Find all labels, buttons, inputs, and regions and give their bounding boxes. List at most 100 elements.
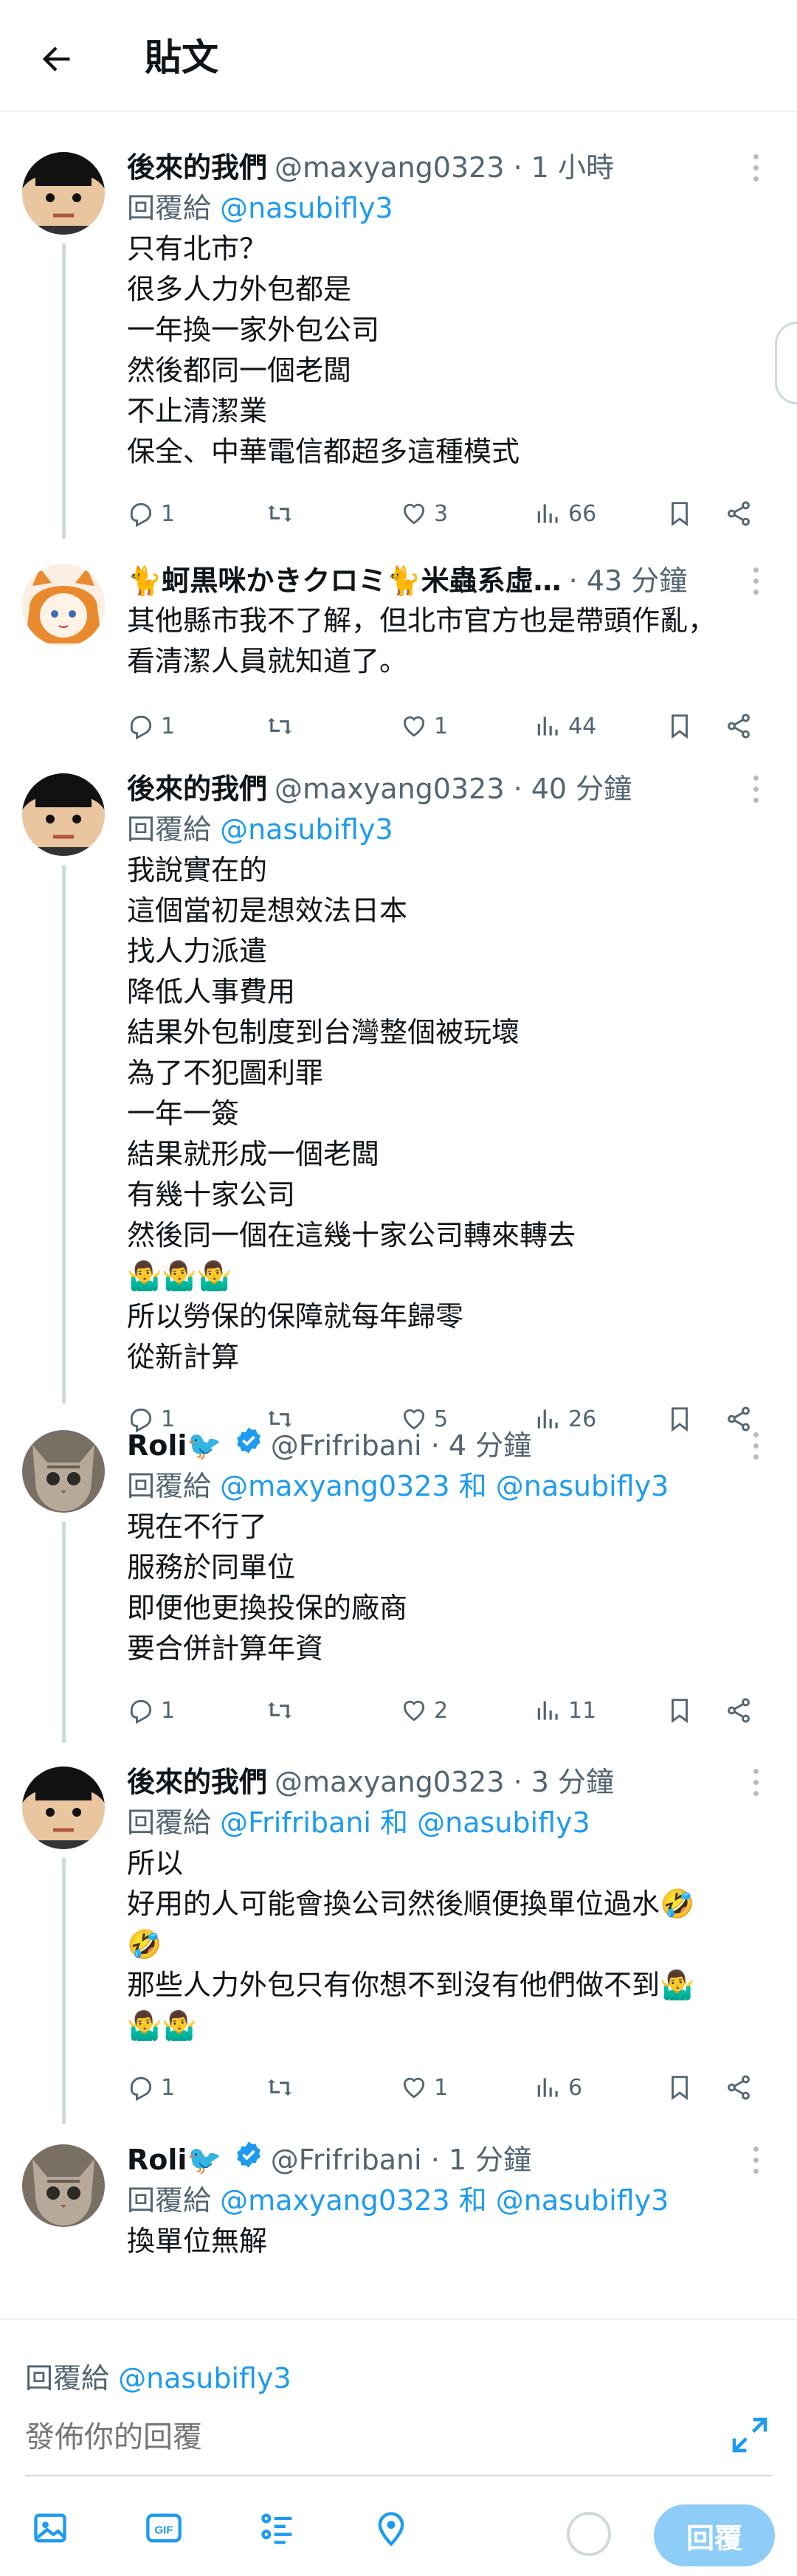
tweet[interactable]: 後來的我們 @maxyang0323 · 40 分鐘 回覆給 @nasubifl… [0, 735, 797, 1433]
share-button[interactable] [725, 2073, 753, 2102]
reply-to-line: 回覆給 @Frifribani 和 @nasubifly3 [127, 1806, 590, 1839]
views-button[interactable]: 6 [534, 2073, 582, 2102]
thread-connector [62, 1522, 66, 1743]
views-icon [537, 504, 558, 523]
bookmark-icon [672, 1699, 688, 1724]
back-arrow-icon[interactable] [30, 32, 83, 86]
more-options-icon[interactable] [741, 2140, 770, 2180]
verified-badge-icon [236, 1427, 261, 1454]
more-options-icon[interactable] [741, 1762, 770, 1802]
more-options-icon[interactable] [741, 1426, 770, 1465]
poll-icon[interactable] [254, 2504, 301, 2552]
author-meta: · 43 分鐘 [568, 564, 688, 597]
image-icon[interactable] [27, 2504, 74, 2552]
reply-to-line: 回覆給 @nasubifly3 [127, 192, 393, 224]
bookmark-icon [672, 2076, 688, 2101]
tweet-text: 現在不行了 服務於同單位 即便他更換投保的廠商 要合併計算年資 [127, 1510, 408, 1665]
thread-connector [62, 244, 66, 539]
views-icon [537, 2078, 558, 2097]
retweet-button[interactable] [266, 2073, 300, 2102]
tweet-text: 所以 好用的人可能會換公司然後順便換單位過水🤣 🤣 那些人力外包只有你想不到沒有… [127, 1847, 695, 2042]
more-options-icon[interactable] [741, 769, 770, 809]
share-button[interactable] [725, 500, 753, 528]
bookmark-button[interactable] [666, 500, 694, 528]
tweet-text: 換單位無解 [127, 2225, 268, 2257]
avatar[interactable] [22, 773, 105, 856]
like-button[interactable]: 3 [400, 500, 448, 528]
bookmark-button[interactable] [666, 2073, 694, 2102]
author-meta: @maxyang0323 · 3 分鐘 [275, 1766, 614, 1798]
reply-button[interactable]: 1 [127, 2073, 175, 2102]
reply-to-link[interactable]: @maxyang0323 和 @nasubifly3 [220, 2184, 669, 2217]
more-options-icon[interactable] [741, 561, 770, 601]
bookmark-icon [672, 502, 688, 527]
tweet-actions: 1 2 11 [127, 1688, 750, 1733]
tweet[interactable]: Roli🐦 @Frifribani · 1 分鐘 回覆給 @maxyang032… [0, 2106, 797, 2298]
verified-badge-icon [236, 2141, 261, 2168]
share-icon [728, 501, 750, 526]
page-title: 貼文 [145, 36, 218, 79]
reply-button[interactable]: 1 [127, 500, 175, 528]
author-meta: @maxyang0323 · 40 分鐘 [275, 773, 632, 805]
tweet-text: 其他縣市我不了解，但北市官方也是帶頭作亂，看清潔人員就知道了。 [127, 604, 717, 677]
more-options-icon[interactable] [741, 148, 770, 187]
author-meta: @maxyang0323 · 1 小時 [275, 151, 614, 184]
svg-text:GIF: GIF [154, 2524, 173, 2537]
author-name[interactable]: 後來的我們 [127, 148, 267, 187]
author-name[interactable]: 🐈蚵黒咪かきクロミ🐈米蟲系虛… [127, 561, 562, 601]
retweet-button[interactable] [266, 500, 300, 528]
thread-connector [62, 1858, 66, 2124]
reply-button[interactable]: 1 [127, 1696, 175, 1724]
avatar[interactable] [22, 564, 105, 646]
tweet[interactable]: 後來的我們 @maxyang0323 · 3 分鐘 回覆給 @Frifriban… [0, 1728, 797, 2124]
tweet[interactable]: Roli🐦 @Frifribani · 4 分鐘 回覆給 @maxyang032… [0, 1392, 797, 1743]
reply-submit-button[interactable]: 回覆 [654, 2504, 775, 2566]
expand-icon[interactable] [729, 2414, 770, 2456]
avatar[interactable] [22, 1767, 105, 1849]
author-name[interactable]: Roli🐦 [127, 2140, 222, 2180]
reply-icon [130, 2076, 152, 2102]
composer-divider [25, 2475, 772, 2476]
share-icon [728, 2075, 750, 2100]
reply-input[interactable] [25, 2420, 689, 2454]
avatar[interactable] [22, 152, 105, 235]
heart-icon [403, 503, 425, 525]
retweet-button[interactable] [266, 1696, 300, 1724]
reply-to-line: 回覆給 @maxyang0323 和 @nasubifly3 [127, 2184, 669, 2217]
reply-to-link[interactable]: @nasubifly3 [220, 813, 393, 846]
reply-thread: 後來的我們 @maxyang0323 · 1 小時 回覆給 @nasubifly… [0, 112, 797, 2318]
reply-to-link[interactable]: @maxyang0323 和 @nasubifly3 [220, 1470, 669, 1502]
avatar[interactable] [22, 2144, 105, 2227]
retweet-icon [268, 2079, 291, 2096]
reply-icon [130, 503, 152, 528]
character-count-ring [567, 2512, 611, 2556]
heart-icon [403, 2077, 425, 2099]
reply-to-line: 回覆給 @nasubifly3 [127, 813, 393, 846]
gif-icon[interactable]: GIF [140, 2504, 187, 2552]
reply-to-link[interactable]: @Frifribani 和 @nasubifly3 [220, 1806, 590, 1839]
retweet-icon [268, 1702, 291, 1719]
top-bar: 貼文 [0, 0, 797, 112]
tweet-text: 只有北市？ 很多人力外包都是 一年換一家外包公司 然後都同一個老闆 不止清潔業 … [127, 232, 520, 468]
like-button[interactable]: 2 [400, 1696, 448, 1724]
tweet[interactable]: 後來的我們 @maxyang0323 · 1 小時 回覆給 @nasubifly… [0, 112, 797, 539]
share-button[interactable] [725, 1696, 753, 1724]
author-name[interactable]: 後來的我們 [127, 769, 267, 809]
views-icon [537, 1701, 558, 1720]
retweet-icon [268, 505, 291, 522]
composer-reply-to-link[interactable]: @nasubifly3 [118, 2362, 291, 2394]
location-icon[interactable] [368, 2504, 415, 2552]
reply-to-line: 回覆給 @maxyang0323 和 @nasubifly3 [127, 1470, 669, 1502]
thread-connector [62, 865, 66, 1403]
like-button[interactable]: 1 [400, 2073, 448, 2102]
bookmark-button[interactable] [666, 1696, 694, 1724]
composer-reply-to: 回覆給 @nasubifly3 [25, 2362, 291, 2394]
avatar[interactable] [22, 1430, 105, 1513]
author-name[interactable]: 後來的我們 [127, 1762, 267, 1802]
views-button[interactable]: 11 [534, 1696, 596, 1724]
reply-to-link[interactable]: @nasubifly3 [220, 192, 393, 224]
author-name[interactable]: Roli🐦 [127, 1426, 222, 1465]
author-meta: @Frifribani · 4 分鐘 [270, 1429, 532, 1462]
views-button[interactable]: 66 [534, 500, 596, 528]
tweet[interactable]: 🐈蚵黒咪かきクロミ🐈米蟲系虛… · 43 分鐘 其他縣市我不了解，但北市官方也是… [0, 527, 797, 740]
